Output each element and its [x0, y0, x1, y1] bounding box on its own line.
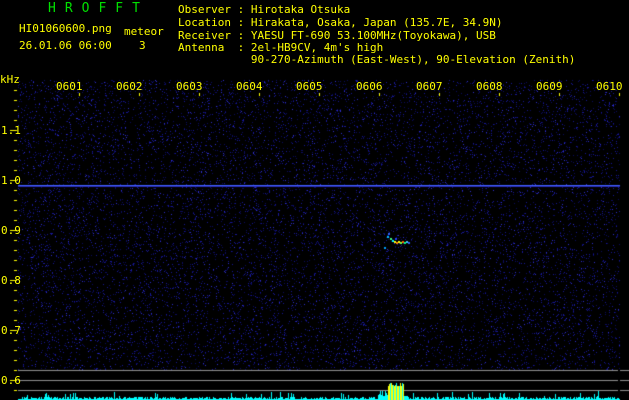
meteor-count: 3 [139, 39, 146, 52]
filename: HI01060600.png [19, 22, 112, 35]
freq-label: 0.6 [1, 374, 21, 387]
time-label: 0609 [536, 80, 563, 93]
freq-label: 0.9 [1, 224, 21, 237]
location-info: Location : Hirakata, Osaka, Japan (135.7… [178, 16, 503, 29]
time-label: 0602 [116, 80, 143, 93]
freq-label: 1.0 [1, 174, 21, 187]
unit-label: kHz [0, 73, 20, 86]
spectrogram [0, 78, 629, 400]
freq-label: 1.1 [1, 124, 21, 137]
time-label: 0607 [416, 80, 443, 93]
time-label: 0606 [356, 80, 383, 93]
app-title: HROFFT [48, 2, 149, 15]
freq-label: 0.8 [1, 274, 21, 287]
time-label: 0603 [176, 80, 203, 93]
antenna-direction-info: 90-270-Azimuth (East-West), 90-Elevation… [178, 53, 575, 66]
observer-info: Observer : Hirotaka Otsuka [178, 3, 350, 16]
time-label: 0608 [476, 80, 503, 93]
time-label: 0610 [596, 80, 623, 93]
datetime: 26.01.06 06:00 [19, 39, 112, 52]
time-label: 0601 [56, 80, 83, 93]
freq-label: 0.7 [1, 324, 21, 337]
time-label: 0604 [236, 80, 263, 93]
time-label: 0605 [296, 80, 323, 93]
meteor-label: meteor [124, 25, 164, 38]
